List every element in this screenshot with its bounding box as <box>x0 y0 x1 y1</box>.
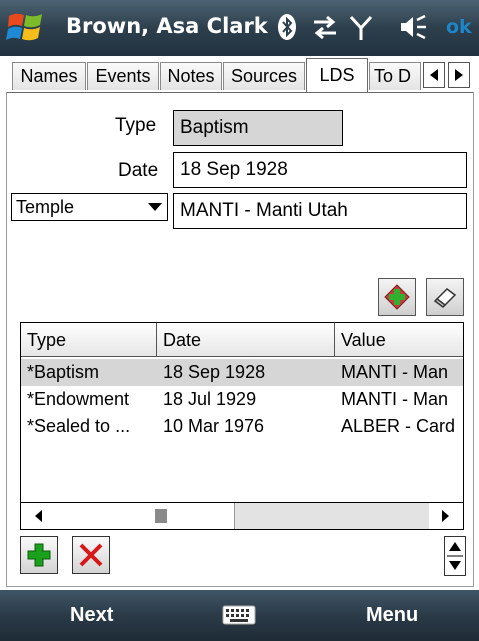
column-header-type[interactable]: Type <box>21 323 157 357</box>
windows-start-icon[interactable] <box>6 10 46 46</box>
place-type-value: Temple <box>16 197 75 217</box>
add-record-icon <box>384 284 410 310</box>
tab-scroll-left-button[interactable] <box>423 62 445 88</box>
scroll-grip <box>155 509 167 523</box>
cell-type: *Sealed to ... <box>27 416 131 436</box>
up-down-spinner[interactable] <box>444 536 466 576</box>
scroll-thumb[interactable] <box>55 503 235 529</box>
triangle-right-icon <box>442 510 449 522</box>
cell-date: 18 Jul 1929 <box>163 389 257 409</box>
up-down-arrows-icon <box>447 542 463 570</box>
scroll-track[interactable] <box>55 503 429 529</box>
title-bar: Brown, Asa Clark ok <box>0 0 479 56</box>
horizontal-scrollbar[interactable] <box>20 502 464 530</box>
triangle-right-icon <box>455 69 463 81</box>
list-item[interactable]: *Endowment 18 Jul 1929 MANTI - Man <box>21 386 463 413</box>
delete-x-icon <box>79 543 103 567</box>
type-label: Type <box>115 115 157 136</box>
erase-button[interactable] <box>426 278 464 316</box>
list-item[interactable]: *Sealed to ... 10 Mar 1976 ALBER - Card <box>21 413 463 440</box>
column-header-date[interactable]: Date <box>157 323 335 357</box>
cell-value: MANTI - Man <box>341 389 449 409</box>
scroll-left-button[interactable] <box>21 503 55 529</box>
list-item[interactable]: *Baptism 18 Sep 1928 MANTI - Man <box>21 359 463 386</box>
tab-events[interactable]: Events <box>87 62 159 90</box>
ok-button[interactable]: ok <box>446 16 472 38</box>
ordinance-list[interactable]: Type Date Value *Baptism 18 Sep 1928 MAN… <box>20 322 464 530</box>
connectivity-arrows-icon[interactable] <box>310 12 340 42</box>
cell-date: 10 Mar 1976 <box>163 416 265 436</box>
date-field[interactable]: 18 Sep 1928 <box>173 152 467 188</box>
place-type-dropdown[interactable]: Temple <box>11 193 168 221</box>
menu-softkey[interactable]: Menu <box>366 604 418 627</box>
keyboard-icon[interactable] <box>222 604 256 626</box>
tab-notes[interactable]: Notes <box>160 62 222 90</box>
triangle-left-icon <box>430 69 438 81</box>
tab-lds[interactable]: LDS <box>306 58 368 92</box>
plus-icon <box>27 543 51 567</box>
type-field[interactable]: Baptism <box>173 110 343 146</box>
cell-value: MANTI - Man <box>341 362 449 382</box>
delete-button[interactable] <box>72 536 110 574</box>
cell-date: 18 Sep 1928 <box>163 362 266 382</box>
cell-value: ALBER - Card <box>341 416 456 436</box>
add-button[interactable] <box>20 536 58 574</box>
triangle-left-icon <box>35 510 42 522</box>
column-header-value[interactable]: Value <box>335 323 463 357</box>
bluetooth-icon[interactable] <box>272 12 302 42</box>
next-softkey[interactable]: Next <box>70 604 113 627</box>
cell-type: *Endowment <box>27 389 130 409</box>
scroll-right-button[interactable] <box>429 503 463 529</box>
tab-strip: Names Events Notes Sources LDS To D <box>0 56 479 94</box>
chevron-down-icon <box>148 203 162 211</box>
volume-icon[interactable] <box>398 12 428 42</box>
cell-type: *Baptism <box>27 362 100 382</box>
tab-scroll-right-button[interactable] <box>448 62 470 88</box>
eraser-icon <box>433 288 457 308</box>
softkey-bar: Next Menu <box>0 590 479 641</box>
window-title: Brown, Asa Clark <box>66 14 268 38</box>
tab-names[interactable]: Names <box>12 62 86 90</box>
tab-to-do[interactable]: To D <box>369 62 421 90</box>
add-temple-button[interactable] <box>378 278 416 316</box>
signal-antenna-icon[interactable] <box>346 12 376 42</box>
tab-sources[interactable]: Sources <box>223 62 305 90</box>
temple-field[interactable]: MANTI - Manti Utah <box>173 193 467 229</box>
date-label: Date <box>118 160 159 181</box>
